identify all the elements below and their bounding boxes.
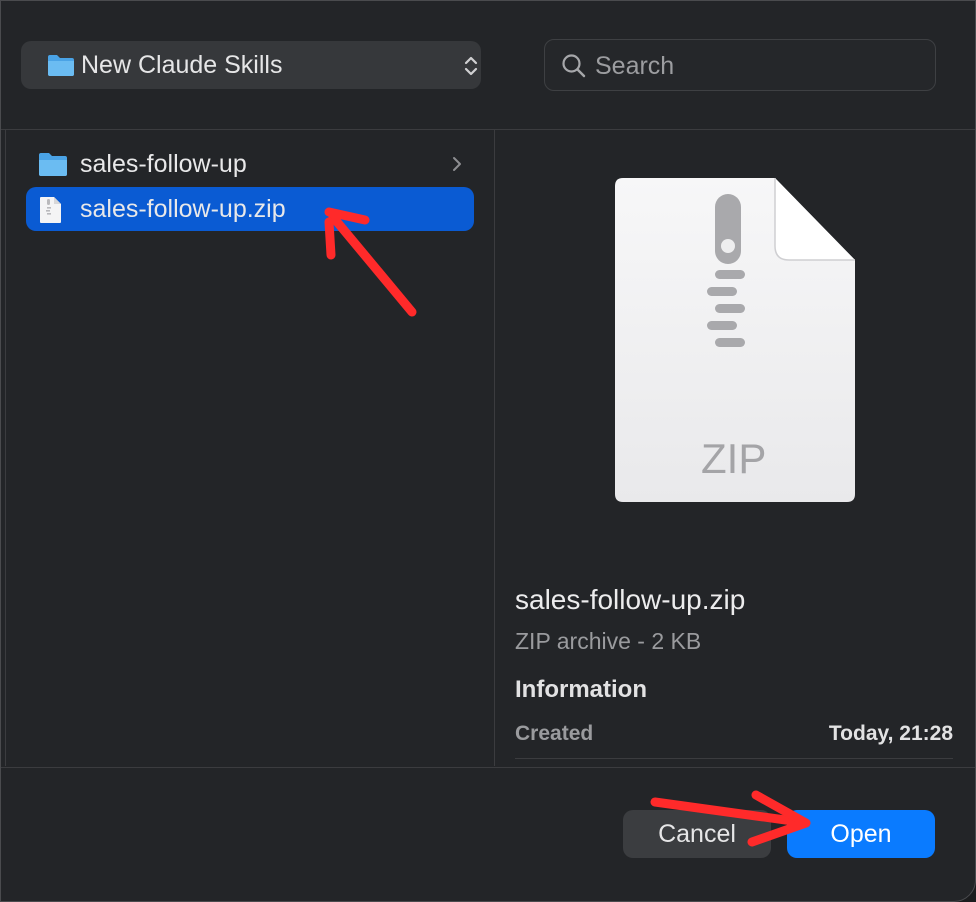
folder-icon xyxy=(47,53,75,82)
preview-pane: ZIP sales-follow-up.zip ZIP archive - 2 … xyxy=(495,130,975,766)
file-name: sales-follow-up xyxy=(80,150,247,178)
search-icon xyxy=(561,53,587,84)
chevron-right-icon xyxy=(452,156,462,177)
file-browser-column: sales-follow-up sales-follow-up.zip xyxy=(5,130,495,766)
information-heading: Information xyxy=(515,676,647,703)
folder-icon xyxy=(38,151,68,182)
file-name: sales-follow-up.zip xyxy=(80,195,286,223)
dialog-toolbar: New Claude Skills xyxy=(1,1,975,130)
search-input[interactable] xyxy=(593,50,917,82)
dialog-footer: Cancel Open xyxy=(1,767,975,901)
open-file-dialog: New Claude Skills Search sales-follow-up… xyxy=(0,0,976,902)
list-item-folder[interactable]: sales-follow-up xyxy=(26,142,474,186)
info-divider xyxy=(515,758,953,759)
open-button[interactable]: Open xyxy=(787,810,935,858)
list-item-zip-selected[interactable]: sales-follow-up.zip xyxy=(26,187,474,231)
zip-icon-label: ZIP xyxy=(701,435,767,482)
location-label: New Claude Skills xyxy=(81,51,283,79)
chevron-up-down-icon xyxy=(463,54,479,83)
cancel-button[interactable]: Cancel xyxy=(623,810,771,858)
created-label: Created xyxy=(515,722,594,745)
search-field[interactable] xyxy=(544,39,936,91)
location-popup-button[interactable]: New Claude Skills xyxy=(21,41,481,89)
created-value: Today, 21:28 xyxy=(828,722,953,745)
zip-file-icon xyxy=(38,196,62,229)
preview-file-name: sales-follow-up.zip xyxy=(515,584,746,615)
preview-kind-size: ZIP archive - 2 KB xyxy=(515,628,702,654)
